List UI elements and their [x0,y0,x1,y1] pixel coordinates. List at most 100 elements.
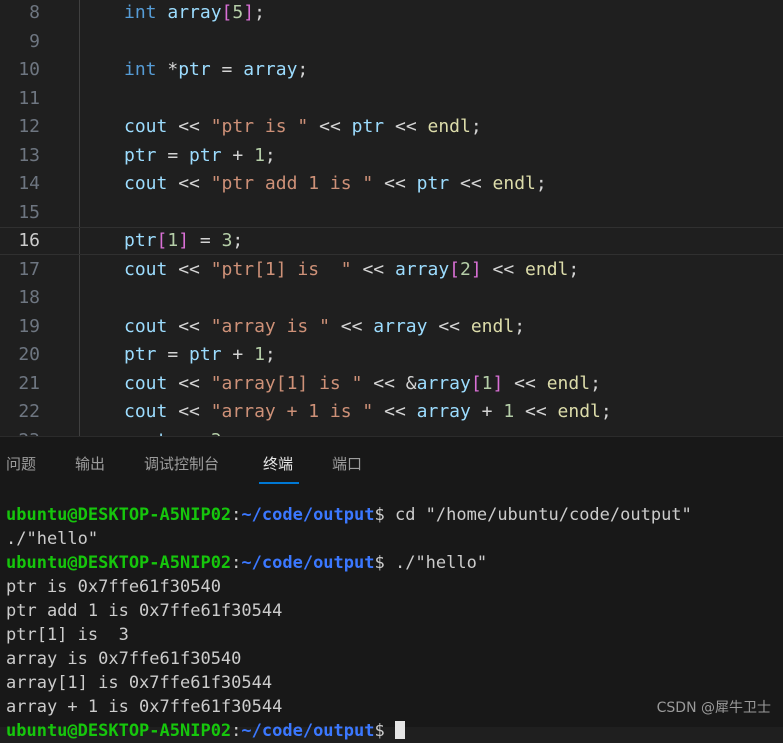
code-text: ptr[1] = 3; [124,228,243,254]
code-token: << [373,173,417,194]
terminal-cursor [394,721,405,739]
code-token: << [351,258,395,280]
line-number: 13 [18,144,40,166]
code-token: ptr [189,144,222,166]
code-line: 9 [0,28,783,56]
line-number: 20 [18,344,40,365]
code-line: 20 ptr = ptr + 1; [0,341,783,369]
code-token: ; [535,173,547,194]
watermark: CSDN @犀牛卫士 [656,700,771,716]
terminal-output-line: ptr is 0x7ffe61f30540 [6,577,221,597]
terminal-output-line: array is 0x7ffe61f30540 [6,649,242,669]
code-token: endl [470,315,515,337]
code-token: ; [568,258,580,280]
code-token: << [384,116,428,137]
tab-ports[interactable]: 端口 [332,453,362,474]
terminal-command: cd "/home/ubuntu/code/output" [384,505,692,525]
code-token: ptr [189,344,222,365]
code-text: cout << "array[1] is " << &array[1] << e… [124,370,601,398]
tab-terminal[interactable]: 终端 [263,453,293,474]
code-token: 1 [503,401,515,422]
code-token: ; [264,344,276,365]
code-token: cout [124,315,168,337]
line-number: 17 [18,258,40,280]
code-token: = [189,230,222,251]
code-token: 1 [254,144,265,166]
code-token: endl [546,372,591,394]
code-token: cout [124,116,168,137]
code-text: cout << "array + 1 is " << array + 1 << … [124,398,612,426]
code-token: endl [557,401,601,422]
code-text: ptr = ptr + 1; [124,142,276,170]
line-number: 11 [18,87,40,109]
line-number: 18 [18,287,40,308]
code-token: 1 [481,372,493,394]
prompt-path: ~/code/output [241,505,375,525]
code-token: ptr [124,230,157,251]
code-token: << & [362,372,417,394]
code-token: endl [427,116,471,137]
code-token: ] [243,2,255,23]
code-token: ; [470,116,482,137]
code-token: ptr [124,344,157,365]
code-line: 22 cout << "array + 1 is " << array + 1 <… [0,398,783,426]
code-token: endl [492,173,536,194]
code-editor[interactable]: 8 int array[5]; 9 10 int *ptr = array; 11 12 co… [0,0,783,436]
line-number: 21 [18,372,40,394]
code-text: cout << "ptr is " << ptr << endl; [124,113,482,141]
code-token: ; [297,59,309,80]
code-token: + [221,144,255,166]
terminal-prompt-line: ubuntu@DESKTOP-A5NIP02:~/code/output$ ./… [6,553,488,573]
code-token: << [308,116,352,137]
code-token: cout [124,372,168,394]
code-line: 8 int array[5]; [0,0,783,27]
code-token: 1 [167,230,179,251]
code-token: << [167,116,211,137]
code-token: << [167,401,211,422]
code-token: int [124,2,157,23]
code-token: * [156,59,179,80]
code-line: 12 cout << "ptr is " << ptr << endl; [0,113,783,141]
terminal-output-line: ./"hello" [6,529,99,549]
code-token: [ [156,230,168,251]
code-token: ptr [416,173,450,194]
code-token: int [124,59,157,80]
code-token: ] [492,372,504,394]
code-token: endl [525,258,569,280]
terminal-command: ./"hello" [384,553,488,573]
code-line: 13 ptr = ptr + 1; [0,142,783,170]
prompt-user: ubuntu@DESKTOP-A5NIP02 [6,721,232,741]
code-token: "ptr[1] is " [210,258,352,280]
code-token: cout [124,401,168,422]
code-line: 21 cout << "array[1] is " << &array[1] <<… [0,370,783,398]
code-line: 23 cout << 3 [0,427,783,437]
code-line: 10 int *ptr = array; [0,56,783,84]
prompt-user: ubuntu@DESKTOP-A5NIP02 [6,553,232,573]
code-token: << [514,401,558,422]
tab-problems[interactable]: 问题 [6,453,36,474]
code-line: 19 cout << "array is " << array << endl; [0,313,783,341]
code-text: cout << "ptr[1] is " << array[2] << endl… [124,256,579,284]
tab-output[interactable]: 输出 [75,453,105,474]
line-number: 16 [18,230,40,251]
code-token: = [156,344,190,365]
code-token: [ [449,258,460,280]
code-token: cout [124,173,168,194]
code-token: ptr [178,59,211,80]
prompt-user: ubuntu@DESKTOP-A5NIP02 [6,505,232,525]
terminal-prompt-line: ubuntu@DESKTOP-A5NIP02:~/code/output$ [6,719,405,743]
code-text: cout << 3 [124,427,222,437]
terminal-output-line: ptr[1] is 3 [6,625,129,645]
line-number: 23 [0,427,40,437]
code-line: 15 [0,199,783,227]
code-token: ; [264,144,276,166]
code-token: ; [254,2,265,23]
code-token: cout [124,258,168,280]
code-token: [ [470,372,482,394]
code-token: ptr [124,144,157,166]
code-token: "ptr add 1 is " [210,173,374,194]
code-token: << [167,372,211,394]
tab-debug-console[interactable]: 调试控制台 [144,453,219,474]
code-token: ; [232,230,244,251]
